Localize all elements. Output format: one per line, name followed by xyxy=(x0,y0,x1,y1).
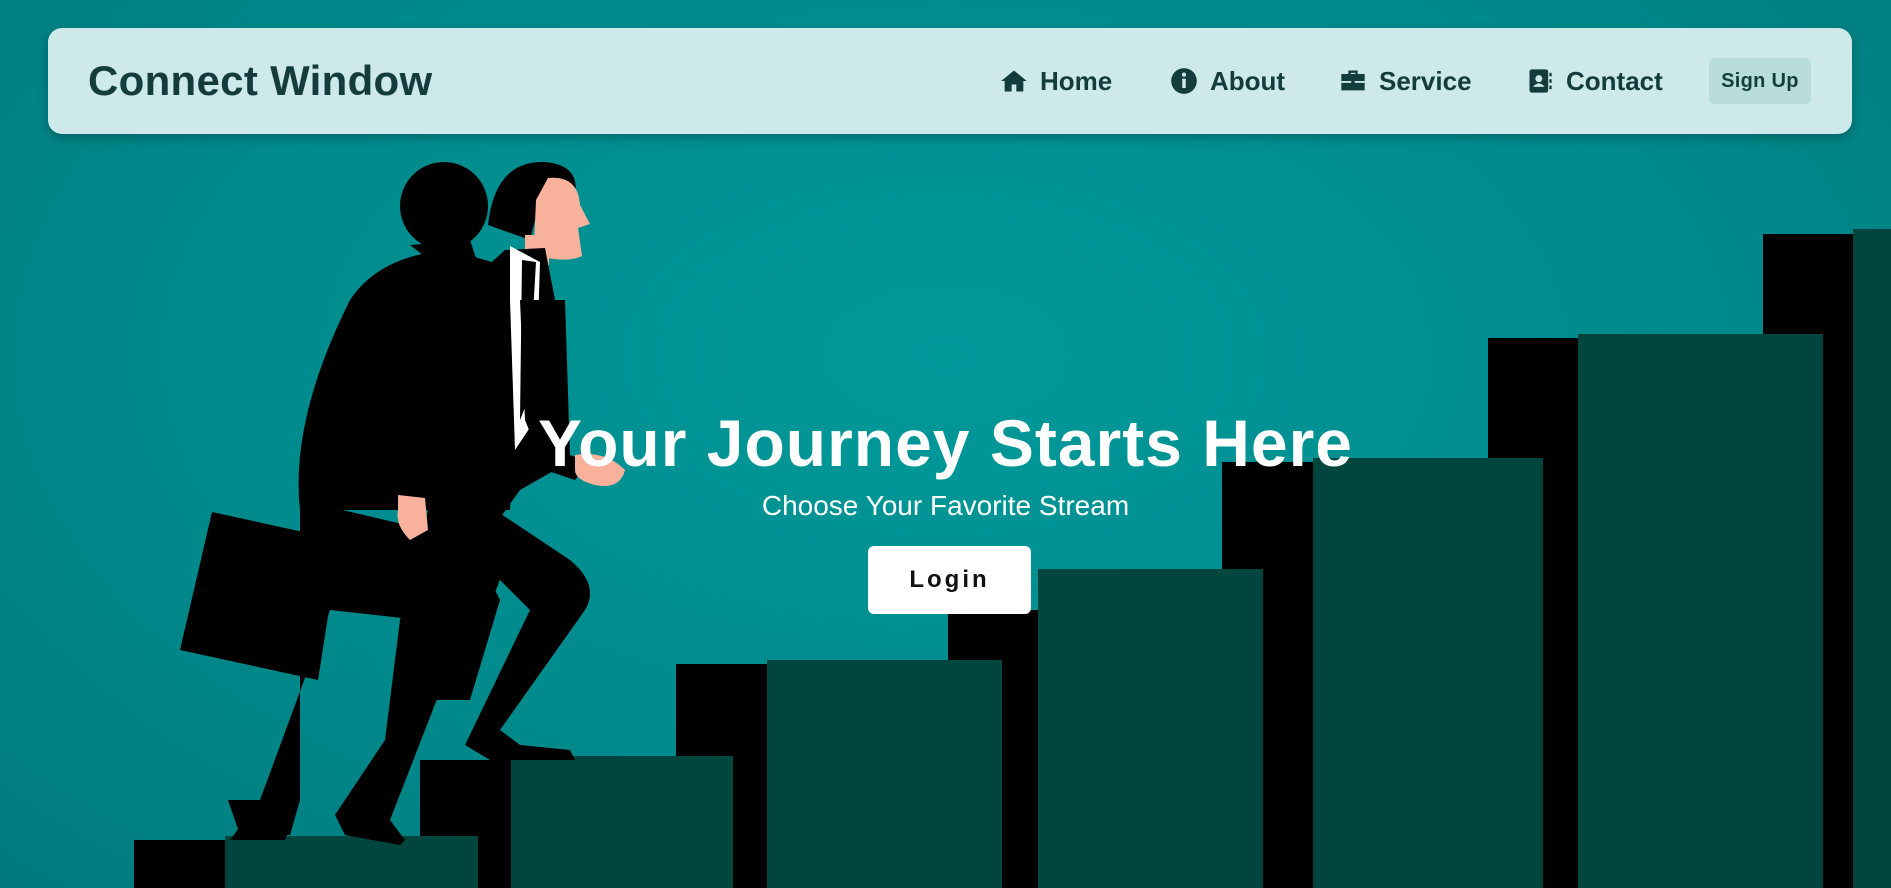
nav-about[interactable]: About xyxy=(1170,28,1285,134)
signup-button[interactable]: Sign Up xyxy=(1709,58,1811,104)
briefcase-icon xyxy=(1341,70,1365,91)
hero-title: Your Journey Starts Here xyxy=(537,406,1354,480)
nav-about-label: About xyxy=(1210,65,1286,96)
nav-home[interactable]: Home xyxy=(1000,28,1112,134)
login-button[interactable]: Login xyxy=(868,546,1031,614)
info-icon xyxy=(1171,68,1197,94)
nav-service[interactable]: Service xyxy=(1339,28,1472,134)
hero-subtitle: Choose Your Favorite Stream xyxy=(761,490,1130,521)
nav-contact[interactable]: Contact xyxy=(1526,28,1663,134)
contact-book-icon xyxy=(1529,69,1552,93)
navbar: Connect Window Home About Service Contac… xyxy=(48,28,1852,134)
nav-service-label: Service xyxy=(1379,65,1472,96)
nav-contact-label: Contact xyxy=(1566,65,1663,96)
home-icon xyxy=(1001,70,1027,92)
brand-title[interactable]: Connect Window xyxy=(88,28,432,134)
nav-home-label: Home xyxy=(1040,65,1113,96)
